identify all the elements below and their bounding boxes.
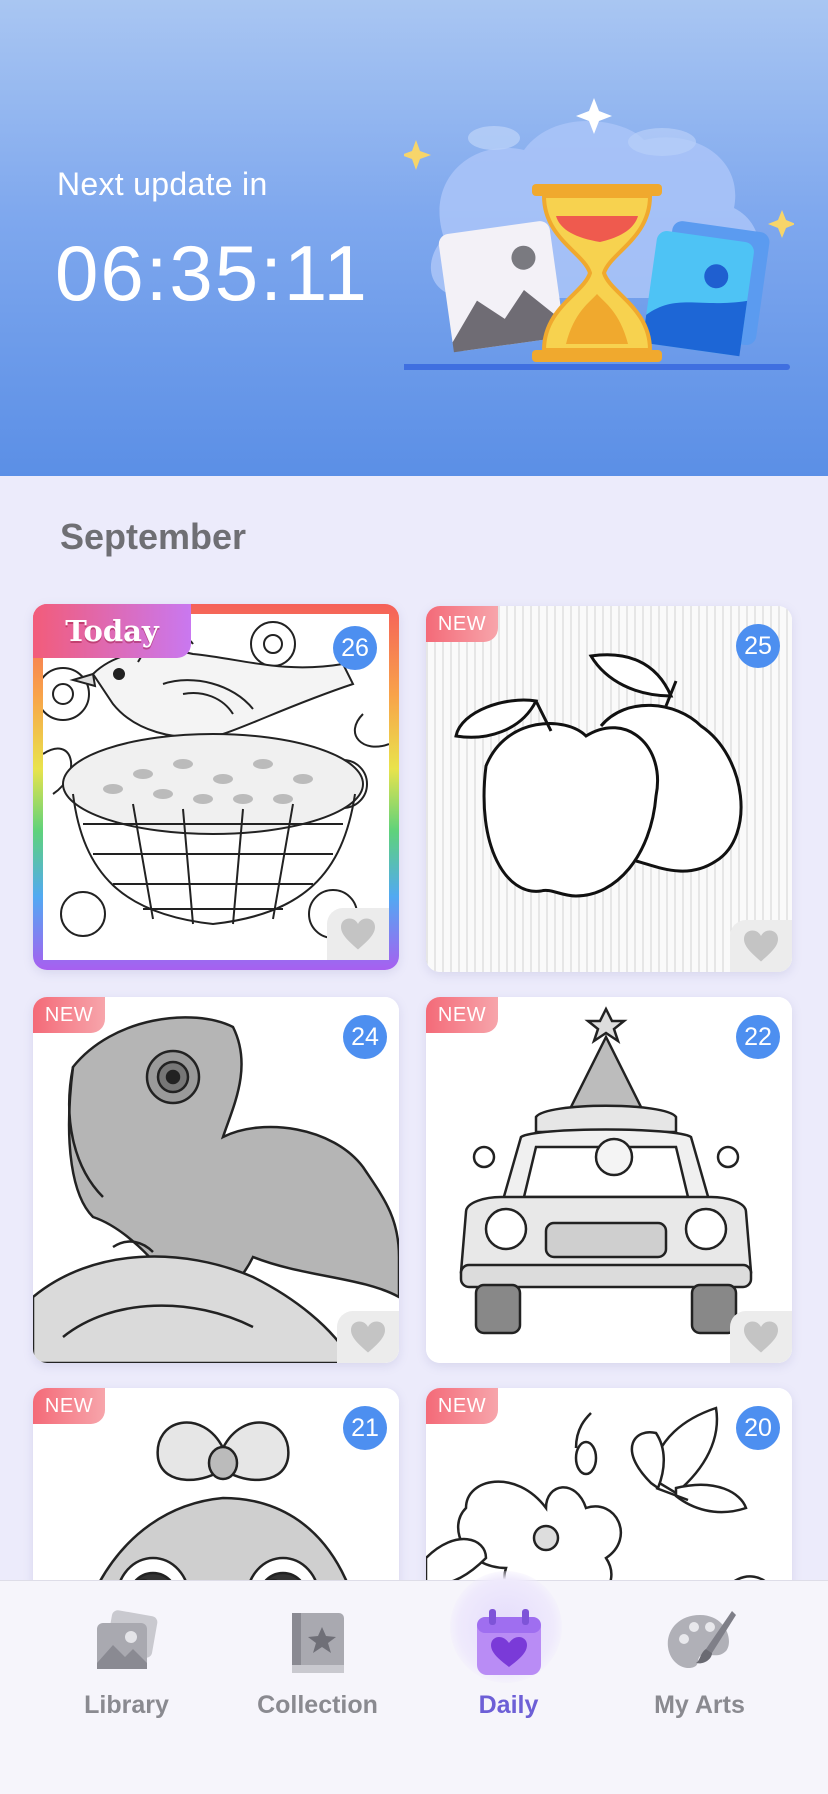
- month-heading: September: [60, 516, 247, 557]
- nav-tab-library[interactable]: Library: [23, 1581, 230, 1794]
- favorite-button[interactable]: [730, 920, 792, 972]
- hourglass-illustration: [404, 98, 794, 370]
- heart-icon: [351, 1321, 385, 1353]
- apples-artwork: [426, 606, 792, 972]
- daily-card-today[interactable]: Today 26: [33, 604, 399, 970]
- new-badge: NEW: [426, 1388, 498, 1424]
- car-christmas-tree-artwork: [426, 997, 792, 1363]
- countdown-timer: 06:35:11: [55, 229, 369, 317]
- palette-icon: [660, 1603, 740, 1683]
- today-badge: Today: [33, 604, 191, 658]
- new-badge: NEW: [426, 606, 498, 642]
- library-icon: [87, 1603, 167, 1683]
- day-number-badge: 20: [736, 1406, 780, 1450]
- bottom-navigation: Library Collection Daily My Arts: [0, 1571, 828, 1794]
- new-badge: NEW: [33, 997, 105, 1033]
- daily-card[interactable]: NEW 25: [426, 606, 792, 972]
- nav-tab-my-arts[interactable]: My Arts: [596, 1581, 803, 1794]
- daily-card[interactable]: NEW 22: [426, 997, 792, 1363]
- day-number-badge: 24: [343, 1015, 387, 1059]
- nav-label-collection: Collection: [257, 1691, 378, 1719]
- nav-tab-daily[interactable]: Daily: [405, 1581, 612, 1794]
- chameleon-artwork: [33, 997, 399, 1363]
- day-number-badge: 25: [736, 624, 780, 668]
- favorite-button[interactable]: [337, 1311, 399, 1363]
- nav-label-library: Library: [84, 1691, 169, 1719]
- heart-icon: [744, 930, 778, 962]
- daily-card[interactable]: NEW 24: [33, 997, 399, 1363]
- nav-label-my-arts: My Arts: [654, 1691, 745, 1719]
- day-number-badge: 21: [343, 1406, 387, 1450]
- favorite-button[interactable]: [327, 908, 389, 960]
- header-banner: Next update in 06:35:11: [0, 0, 828, 476]
- nav-tab-collection[interactable]: Collection: [214, 1581, 421, 1794]
- heart-icon: [744, 1321, 778, 1353]
- nav-label-daily: Daily: [478, 1691, 539, 1719]
- new-badge: NEW: [33, 1388, 105, 1424]
- day-number-badge: 26: [333, 626, 377, 670]
- day-number-badge: 22: [736, 1015, 780, 1059]
- heart-icon: [341, 918, 375, 950]
- new-badge: NEW: [426, 997, 498, 1033]
- daily-calendar-icon: [469, 1603, 549, 1683]
- favorite-button[interactable]: [730, 1311, 792, 1363]
- collection-icon: [278, 1603, 358, 1683]
- next-update-label: Next update in: [57, 166, 268, 202]
